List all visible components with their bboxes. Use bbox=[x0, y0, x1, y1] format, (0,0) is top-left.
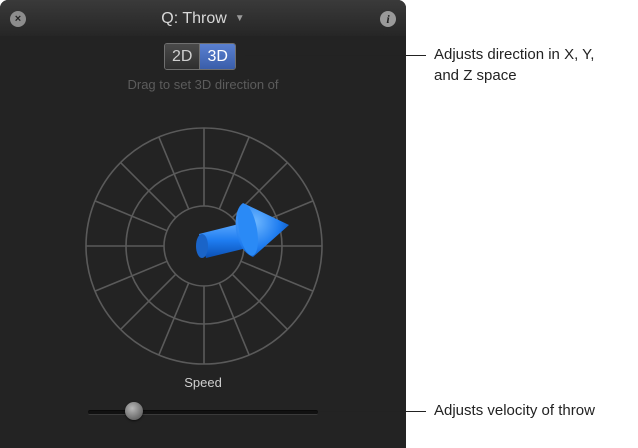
direction-hint: Drag to set 3D direction of bbox=[127, 77, 279, 92]
hud-title-label: Q: Throw bbox=[161, 10, 227, 27]
mode-segmented-control: 2D 3D bbox=[164, 43, 236, 70]
throw-hud: × Q: Throw ▼ i 2D 3D Drag to set 3D direc… bbox=[0, 0, 406, 448]
direction-callout: Adjusts direction in X, Y, and Z space bbox=[434, 44, 594, 86]
dial-spoke bbox=[119, 161, 177, 219]
velocity-callout: Adjusts velocity of throw bbox=[434, 402, 595, 419]
chevron-down-icon: ▼ bbox=[234, 13, 245, 24]
direction-dial[interactable] bbox=[85, 127, 323, 365]
hud-title[interactable]: Q: Throw ▼ bbox=[0, 10, 406, 28]
dial-spoke bbox=[94, 200, 168, 232]
mode-2d-button[interactable]: 2D bbox=[165, 44, 200, 69]
dial-spoke bbox=[218, 282, 250, 356]
direction-leader-line bbox=[245, 55, 426, 56]
direction-arrow-icon[interactable] bbox=[196, 203, 289, 258]
dial-spoke bbox=[158, 136, 190, 210]
dial-spoke bbox=[240, 260, 314, 292]
speed-label: Speed bbox=[184, 375, 222, 390]
speed-slider-track[interactable] bbox=[88, 410, 318, 415]
dial-spoke bbox=[218, 136, 250, 210]
dial-spoke bbox=[119, 273, 177, 331]
mode-3d-button[interactable]: 3D bbox=[199, 44, 235, 69]
hud-header: × Q: Throw ▼ i bbox=[0, 0, 406, 36]
speed-slider-thumb[interactable] bbox=[125, 402, 143, 420]
info-icon[interactable]: i bbox=[380, 11, 396, 27]
velocity-leader-line bbox=[320, 411, 426, 412]
direction-callout-line1: Adjusts direction in X, Y, bbox=[434, 46, 595, 63]
dial-spoke bbox=[158, 282, 190, 356]
dial-spoke bbox=[231, 273, 289, 331]
direction-callout-line2: and Z space bbox=[434, 67, 517, 84]
dial-spoke bbox=[94, 260, 168, 292]
